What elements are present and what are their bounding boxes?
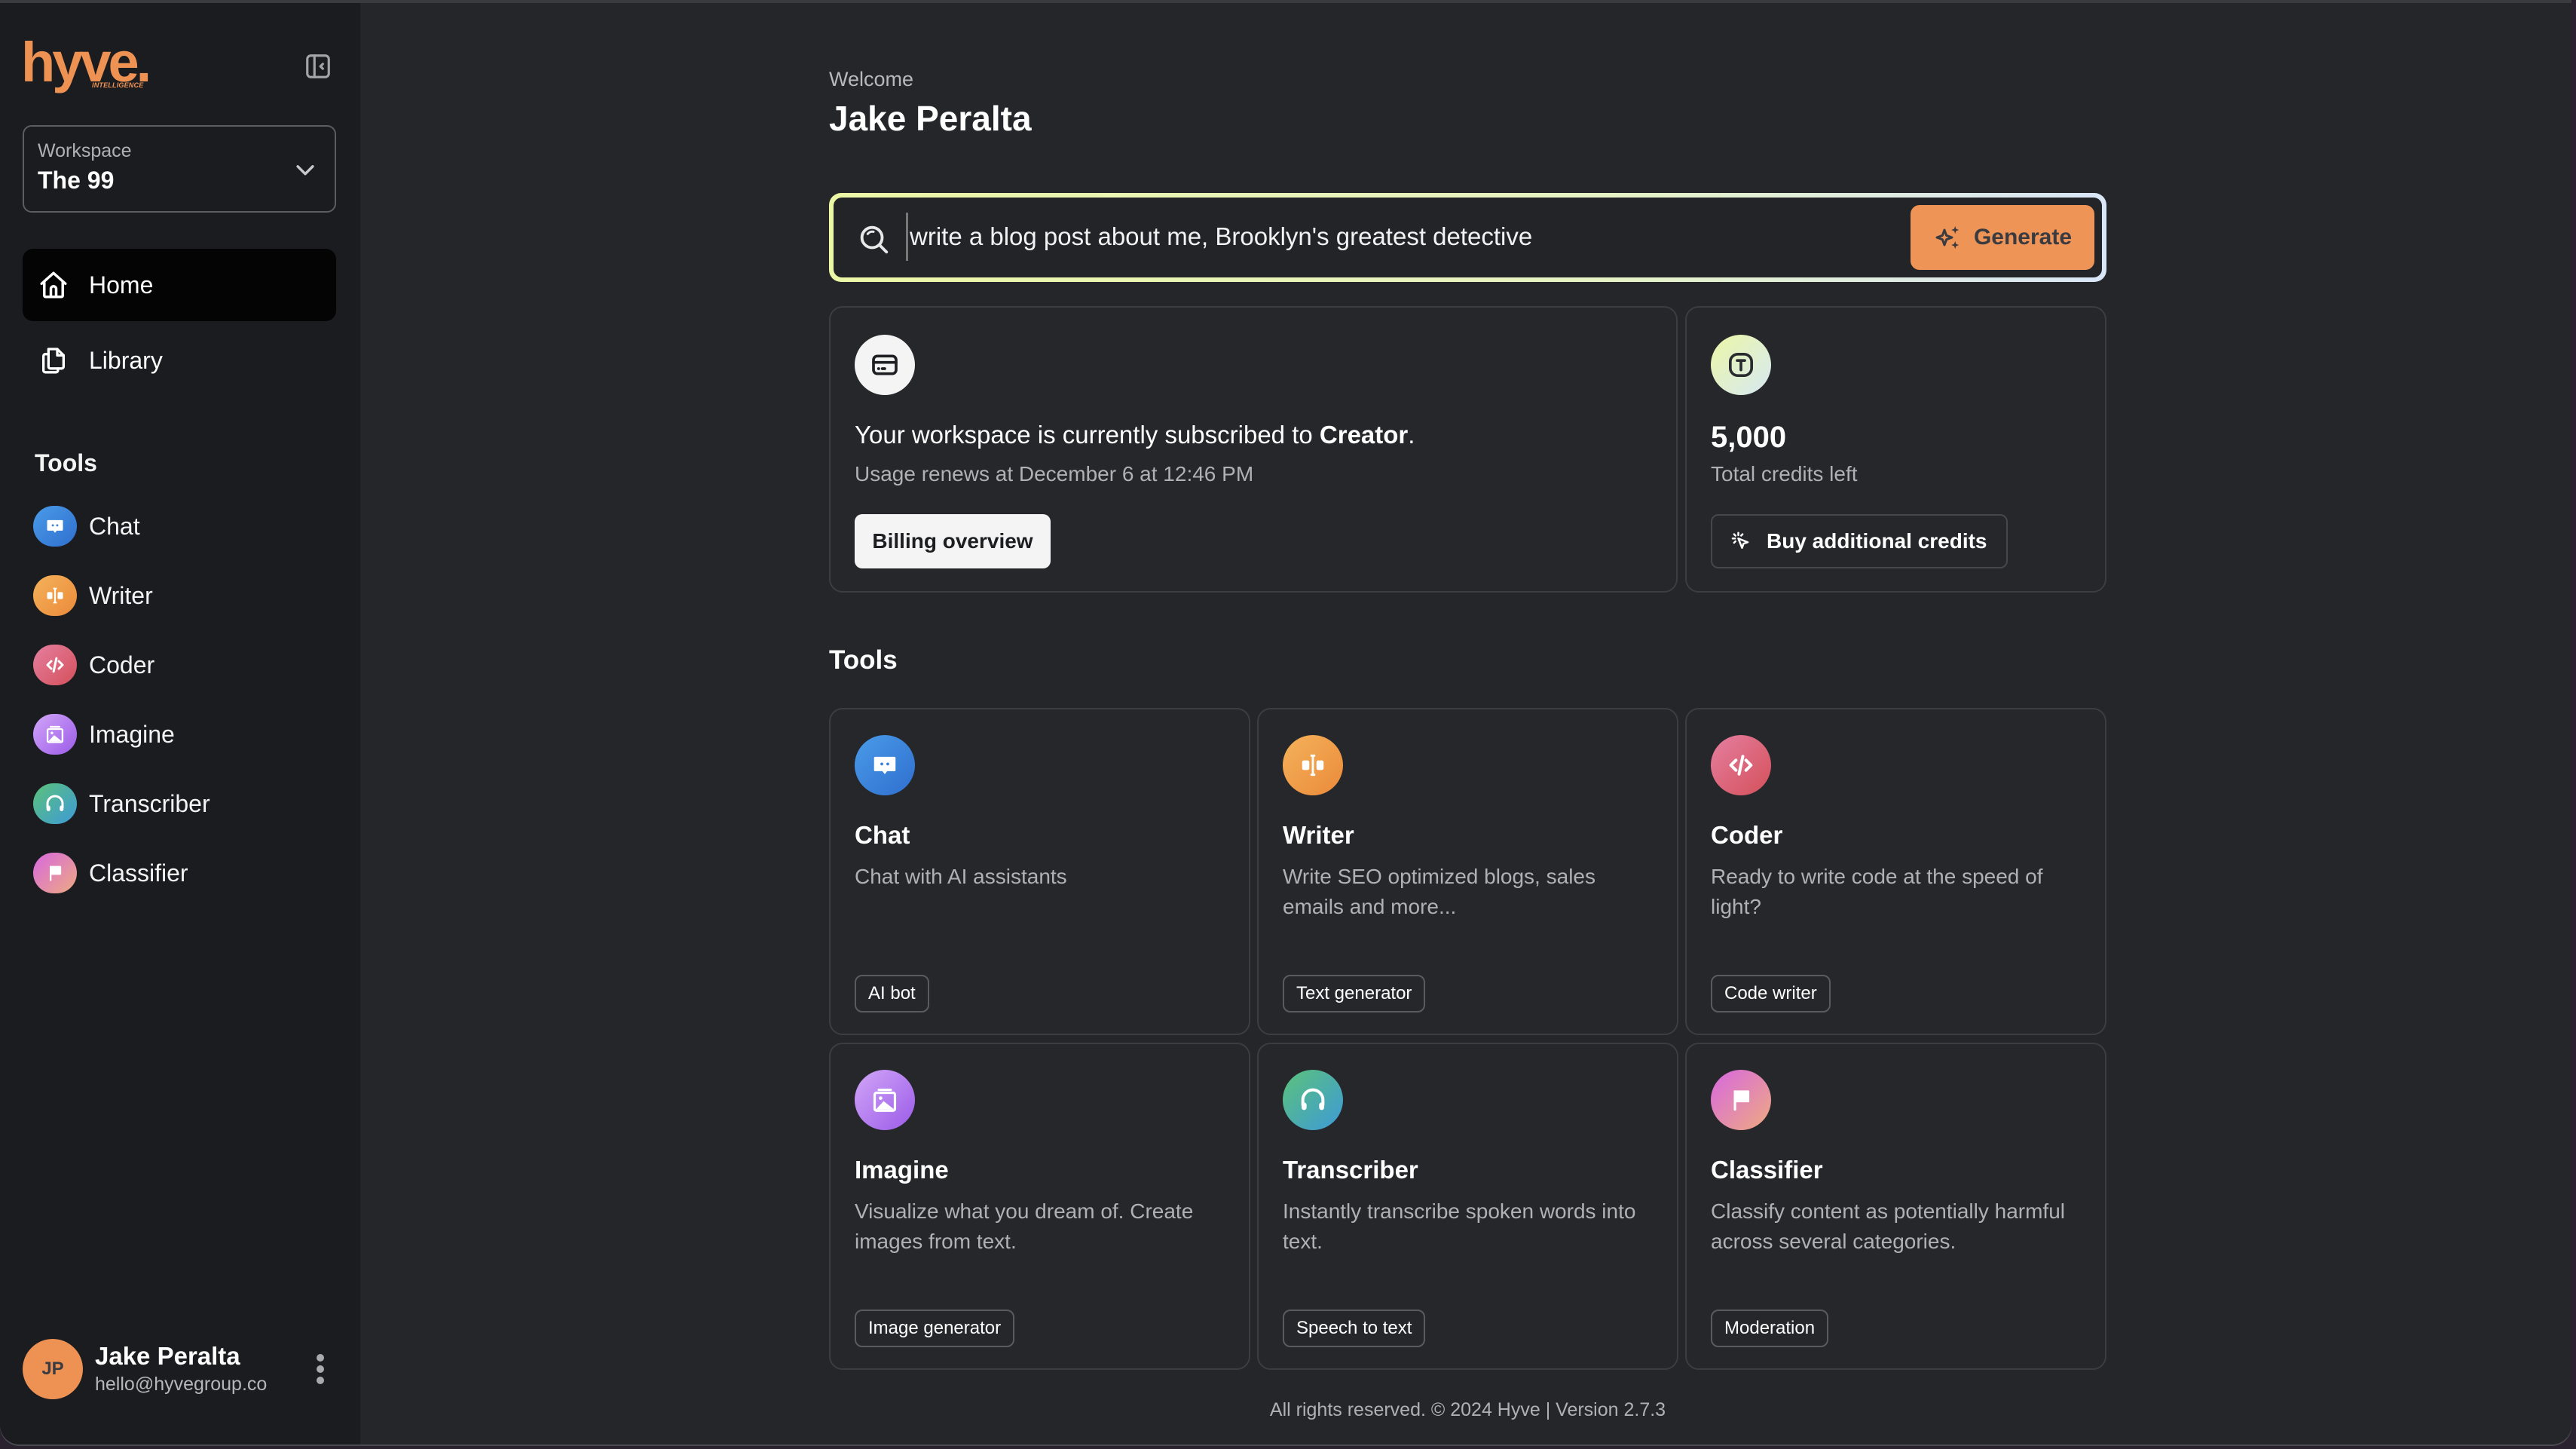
tool-card-title: Imagine [855,1156,949,1184]
prompt-input[interactable] [906,213,1871,261]
renewal-text: Usage renews at December 6 at 12:46 PM [855,462,1254,486]
workspace-value: The 99 [38,167,115,194]
hyve-logo[interactable]: hyve. INTELLIGENCE [21,35,157,95]
main-content: Welcome Jake Peralta Generate Your works… [360,3,2571,1444]
sidebar-item-home[interactable]: Home [23,249,336,321]
sidebar-collapse-icon [306,54,330,78]
app-window: hyve. INTELLIGENCE Workspace The 99 Home… [0,0,2571,1444]
sidebar-tool-chat[interactable]: Chat [33,504,140,549]
tools-section-label: Tools [35,449,97,476]
tool-card-description: Classify content as potentially harmful … [1711,1199,2065,1253]
sidebar-tool-label: Classifier [89,859,188,887]
sidebar-item-label: Library [89,346,163,374]
user-email: hello@hyvegroup.co [95,1374,268,1395]
sidebar-tool-label: Transcriber [89,789,210,817]
chat-icon [33,506,77,547]
library-icon [38,345,69,376]
logo-tagline: INTELLIGENCE [92,81,144,89]
tool-card-description: Write SEO optimized blogs, sales emails … [1283,865,1595,918]
sidebar-tool-label: Writer [89,581,153,609]
code-icon [1711,735,1771,795]
flag-icon [1711,1070,1771,1130]
tool-card-title: Coder [1711,821,1783,849]
sidebar-tool-label: Chat [89,512,140,540]
chevron-down-icon [296,165,314,176]
credits-caption: Total credits left [1711,462,1858,486]
sidebar-tool-label: Coder [89,651,155,679]
tool-card-title: Writer [1283,821,1354,849]
tool-card-tag: Moderation [1711,1310,1829,1347]
user-name: Jake Peralta [95,1342,240,1370]
sidebar-tool-label: Imagine [89,720,175,748]
token-icon [1711,335,1771,395]
code-icon [33,645,77,685]
sidebar-item-label: Home [89,271,154,299]
generate-button[interactable]: Generate [1911,205,2094,270]
plan-name: Creator [1319,421,1409,449]
workspace-selector[interactable]: Workspace The 99 [23,125,336,213]
more-options-icon[interactable] [309,1349,332,1389]
workspace-label: Workspace [38,140,132,161]
search-icon [860,225,889,254]
writer-icon [33,575,77,616]
credits-card: 5,000 Total credits left Buy additional … [1685,306,2106,593]
avatar: JP [23,1339,83,1399]
buy-credits-label: Buy additional credits [1767,529,1987,553]
tool-card-description: Instantly transcribe spoken words into t… [1283,1199,1636,1253]
headphones-icon [33,783,77,824]
click-icon [1731,532,1749,549]
image-icon [33,714,77,755]
tool-card-chat[interactable]: Chat Chat with AI assistants AI bot [829,708,1250,1035]
prompt-bar: Generate [829,193,2106,282]
tool-card-tag: Text generator [1283,975,1426,1012]
sidebar-tool-transcriber[interactable]: Transcriber [33,781,210,826]
tool-card-classifier[interactable]: Classifier Classify content as potential… [1685,1043,2106,1370]
tool-card-title: Classifier [1711,1156,1823,1184]
credits-amount: 5,000 [1711,421,1787,454]
tools-heading: Tools [829,645,898,675]
tool-card-coder[interactable]: Coder Ready to write code at the speed o… [1685,708,2106,1035]
flag-icon [33,853,77,893]
tool-card-transcriber[interactable]: Transcriber Instantly transcribe spoken … [1257,1043,1678,1370]
tool-card-tag: AI bot [855,975,929,1012]
chat-icon [855,735,915,795]
subscription-text: Your workspace is currently subscribed t… [855,421,1415,449]
tool-card-description: Visualize what you dream of. Create imag… [855,1199,1194,1253]
tool-card-title: Transcriber [1283,1156,1418,1184]
home-icon [38,269,69,301]
tool-card-imagine[interactable]: Imagine Visualize what you dream of. Cre… [829,1043,1250,1370]
credit-card-icon [855,335,915,395]
tool-card-tag: Speech to text [1283,1310,1426,1347]
sidebar-tool-writer[interactable]: Writer [33,573,153,618]
headphones-icon [1283,1070,1343,1130]
user-profile[interactable]: JP Jake Peralta hello@hyvegroup.co [23,1339,339,1399]
writer-icon [1283,735,1343,795]
sidebar-tool-classifier[interactable]: Classifier [33,850,188,896]
sidebar: hyve. INTELLIGENCE Workspace The 99 Home… [0,3,360,1444]
billing-overview-button[interactable]: Billing overview [855,514,1051,568]
subscription-card: Your workspace is currently subscribed t… [829,306,1678,593]
sparkles-icon [1935,226,1960,249]
sidebar-item-library[interactable]: Library [23,324,336,397]
tool-card-title: Chat [855,821,910,849]
tool-card-tag: Image generator [855,1310,1015,1347]
sidebar-tool-coder[interactable]: Coder [33,642,154,688]
collapse-sidebar-button[interactable] [303,51,333,81]
generate-button-label: Generate [1973,225,2073,250]
tool-card-tag: Code writer [1711,975,1831,1012]
image-icon [855,1070,915,1130]
buy-credits-button[interactable]: Buy additional credits [1711,514,2008,568]
sidebar-tool-imagine[interactable]: Imagine [33,712,175,757]
welcome-label: Welcome [829,68,914,90]
tool-card-description: Chat with AI assistants [855,865,1067,888]
tool-card-writer[interactable]: Writer Write SEO optimized blogs, sales … [1257,708,1678,1035]
page-title: Jake Peralta [829,99,1032,138]
footer-text: All rights reserved. © 2024 Hyve | Versi… [1269,1399,1666,1420]
tool-card-description: Ready to write code at the speed of ligh… [1711,865,2043,918]
